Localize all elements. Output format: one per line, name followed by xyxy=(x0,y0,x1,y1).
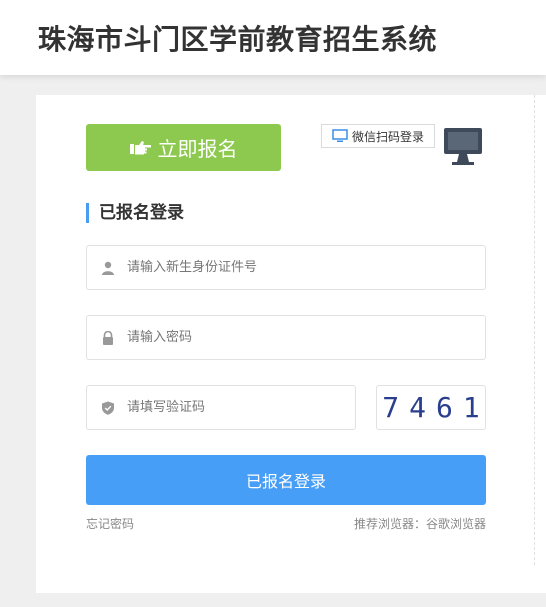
wechat-login-label: 微信扫码登录 xyxy=(351,129,424,144)
qr-login-toggle[interactable] xyxy=(440,124,486,170)
lock-icon xyxy=(103,330,113,345)
signup-label: 立即报名 xyxy=(157,137,238,161)
user-icon xyxy=(102,261,114,275)
wechat-login-button[interactable]: 微信扫码登录 xyxy=(321,124,435,148)
site-header: 珠海市斗门区学前教育招生系统 xyxy=(0,0,546,75)
password-field[interactable] xyxy=(86,315,486,360)
pointing-hand-icon xyxy=(129,140,151,154)
captcha-field[interactable] xyxy=(86,385,356,430)
captcha-image[interactable]: 7461 xyxy=(376,385,486,430)
captcha-input[interactable] xyxy=(127,386,355,429)
shield-icon xyxy=(102,401,114,415)
section-title: 已报名登录 xyxy=(86,203,184,223)
login-button[interactable]: 已报名登录 xyxy=(86,455,486,505)
password-input[interactable] xyxy=(127,316,485,359)
id-number-field[interactable] xyxy=(86,245,486,290)
signup-button[interactable]: 立即报名 xyxy=(86,124,281,171)
monitor-icon xyxy=(332,129,348,142)
browser-recommendation: 推荐浏览器：谷歌浏览器 xyxy=(353,517,486,531)
forgot-password-link[interactable]: 忘记密码 xyxy=(86,515,134,532)
id-number-input[interactable] xyxy=(127,246,485,289)
site-title: 珠海市斗门区学前教育招生系统 xyxy=(38,23,438,56)
computer-monitor-icon xyxy=(444,128,482,165)
divider xyxy=(534,95,535,565)
